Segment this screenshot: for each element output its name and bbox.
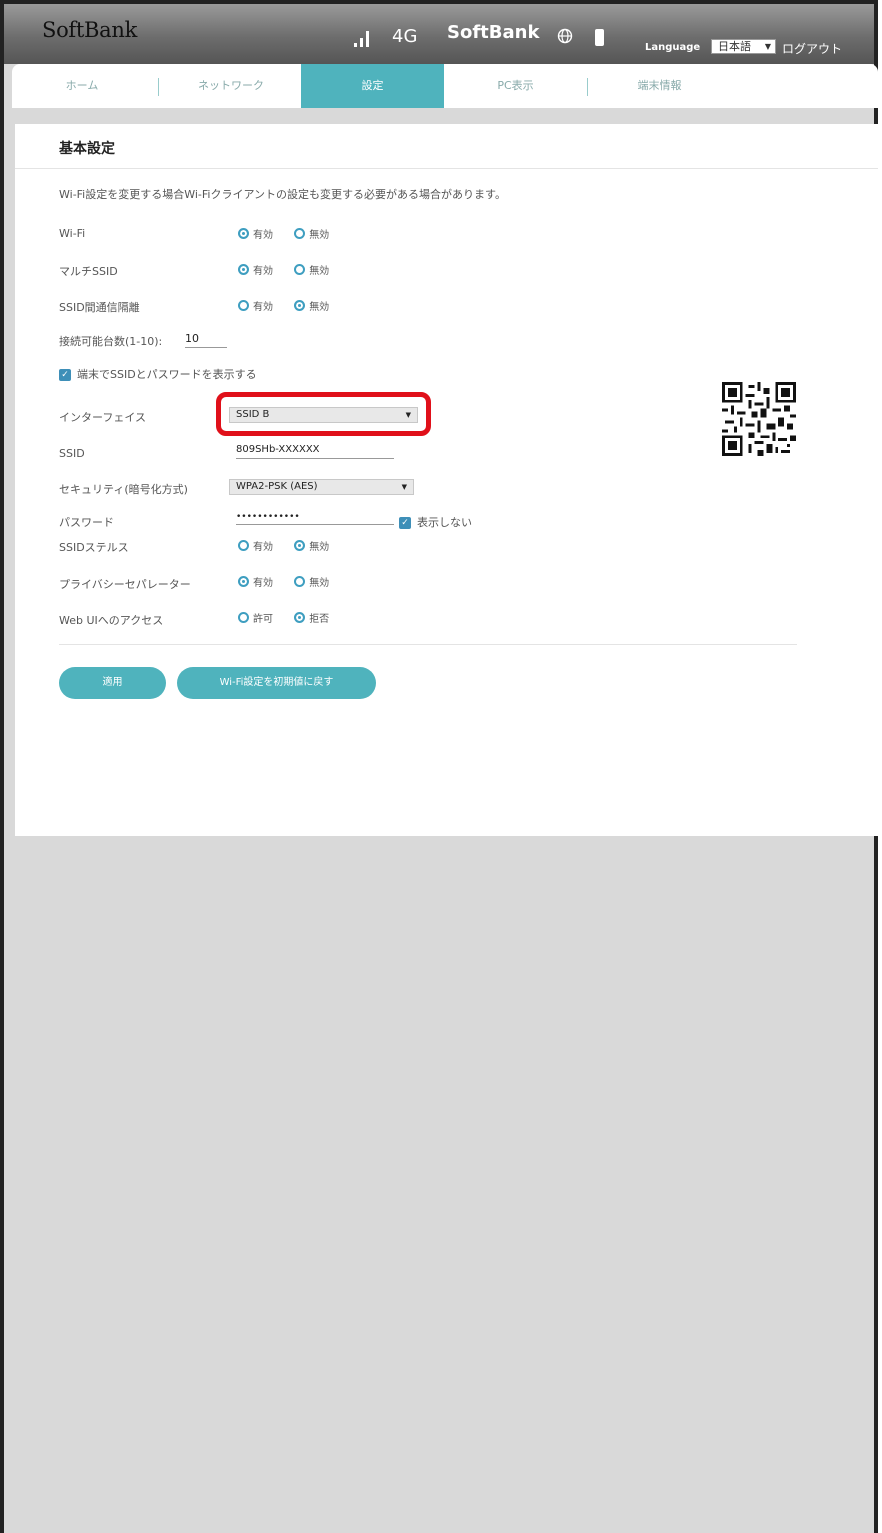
multi-ssid-disable-radio[interactable]: 無効 (294, 262, 329, 277)
privacy-separator-disable-radio[interactable]: 無効 (294, 574, 329, 589)
web-ui-allow-radio[interactable]: 許可 (238, 610, 273, 625)
radio-selected-icon (294, 612, 306, 623)
radio-icon (294, 228, 306, 239)
section-title: 基本設定 (59, 141, 115, 157)
checkbox-checked-icon: ✓ (59, 369, 71, 381)
show-on-device-label: 端末でSSIDとパスワードを表示する (77, 368, 257, 381)
notice-text: Wi-Fi設定を変更する場合Wi-Fiクライアントの設定も変更する必要がある場合… (59, 188, 506, 201)
radio-selected-icon (238, 576, 249, 587)
ssid-label: SSID (59, 447, 85, 460)
password-input[interactable]: •••••••••••• (236, 512, 394, 525)
highlight-box (216, 392, 431, 436)
top-bar: SoftBank 4G SoftBank Language 日本語 ▼ ログアウ… (4, 4, 874, 64)
multi-ssid-label: マルチSSID (59, 265, 118, 278)
hide-password-label: 表示しない (417, 516, 472, 529)
max-clients-input[interactable]: 10 (185, 332, 227, 348)
privacy-separator-label: プライバシーセパレーター (59, 578, 191, 591)
security-select[interactable]: WPA2-PSK (AES) ▼ (229, 479, 414, 495)
privacy-separator-radio-group: 有効 無効 (238, 574, 347, 590)
wifi-disable-radio[interactable]: 無効 (294, 226, 329, 241)
multi-ssid-enable-radio[interactable]: 有効 (238, 262, 273, 277)
tab-network[interactable]: ネットワーク (162, 64, 300, 108)
reset-wifi-button[interactable]: Wi-Fi設定を初期値に戻す (177, 667, 376, 699)
ssid-stealth-label: SSIDステルス (59, 541, 129, 554)
web-ui-deny-radio[interactable]: 拒否 (294, 610, 329, 625)
chevron-down-icon: ▼ (401, 483, 407, 491)
max-clients-label: 接続可能台数(1-10): (59, 335, 163, 348)
checkbox-checked-icon: ✓ (399, 517, 411, 529)
ssid-isolation-label: SSID間通信隔離 (59, 301, 140, 314)
security-label: セキュリティ(暗号化方式) (59, 483, 188, 496)
network-type: 4G (392, 26, 418, 47)
apply-button[interactable]: 適用 (59, 667, 166, 699)
tab-home[interactable]: ホーム (12, 64, 152, 108)
ssid-stealth-disable-radio[interactable]: 無効 (294, 538, 329, 553)
language-label: Language (645, 42, 701, 53)
radio-icon (238, 540, 249, 551)
wifi-label: Wi-Fi (59, 227, 86, 240)
battery-icon (595, 29, 604, 46)
radio-icon (294, 576, 306, 587)
hide-password-row[interactable]: ✓ 表示しない (399, 514, 472, 530)
logout-link[interactable]: ログアウト (782, 40, 842, 57)
multi-ssid-radio-group: 有効 無効 (238, 262, 347, 278)
ssid-isolation-enable-radio[interactable]: 有効 (238, 298, 273, 313)
radio-icon (294, 264, 306, 275)
main-tabs: ホーム ネットワーク 設定 PC表示 端末情報 (12, 64, 878, 108)
radio-selected-icon (294, 540, 306, 551)
divider (59, 644, 797, 645)
wifi-radio-group: 有効 無効 (238, 226, 347, 242)
ssid-stealth-radio-group: 有効 無効 (238, 538, 347, 554)
radio-selected-icon (238, 228, 249, 239)
radio-selected-icon (238, 264, 249, 275)
settings-panel: 基本設定 Wi-Fi設定を変更する場合Wi-Fiクライアントの設定も変更する必要… (15, 124, 878, 836)
interface-label: インターフェイス (59, 411, 147, 424)
tab-divider (158, 78, 159, 96)
web-ui-access-radio-group: 許可 拒否 (238, 610, 347, 626)
ssid-stealth-enable-radio[interactable]: 有効 (238, 538, 273, 553)
ssid-isolation-radio-group: 有効 無効 (238, 298, 347, 314)
chevron-down-icon: ▼ (764, 42, 771, 51)
ssid-isolation-disable-radio[interactable]: 無効 (294, 298, 329, 313)
show-on-device-row[interactable]: ✓ 端末でSSIDとパスワードを表示する (59, 366, 257, 382)
radio-selected-icon (294, 300, 306, 311)
wifi-enable-radio[interactable]: 有効 (238, 226, 273, 241)
language-value: 日本語 (718, 40, 751, 53)
tab-device-info[interactable]: 端末情報 (588, 64, 731, 108)
tab-settings[interactable]: 設定 (301, 64, 444, 108)
web-ui-access-label: Web UIへのアクセス (59, 614, 164, 627)
password-label: パスワード (59, 516, 114, 529)
brand-logo: SoftBank (42, 18, 138, 42)
carrier-name: SoftBank (447, 22, 540, 43)
language-select[interactable]: 日本語 ▼ (711, 39, 776, 54)
divider (15, 168, 878, 169)
radio-icon (238, 300, 249, 311)
tab-pc-view[interactable]: PC表示 (444, 64, 587, 108)
ssid-input[interactable]: 809SHb-XXXXXX (236, 444, 394, 459)
privacy-separator-enable-radio[interactable]: 有効 (238, 574, 273, 589)
signal-strength-icon (354, 27, 378, 47)
qr-code-icon (722, 382, 796, 456)
security-value: WPA2-PSK (AES) (236, 481, 318, 492)
radio-icon (238, 612, 249, 623)
globe-icon (557, 28, 573, 44)
